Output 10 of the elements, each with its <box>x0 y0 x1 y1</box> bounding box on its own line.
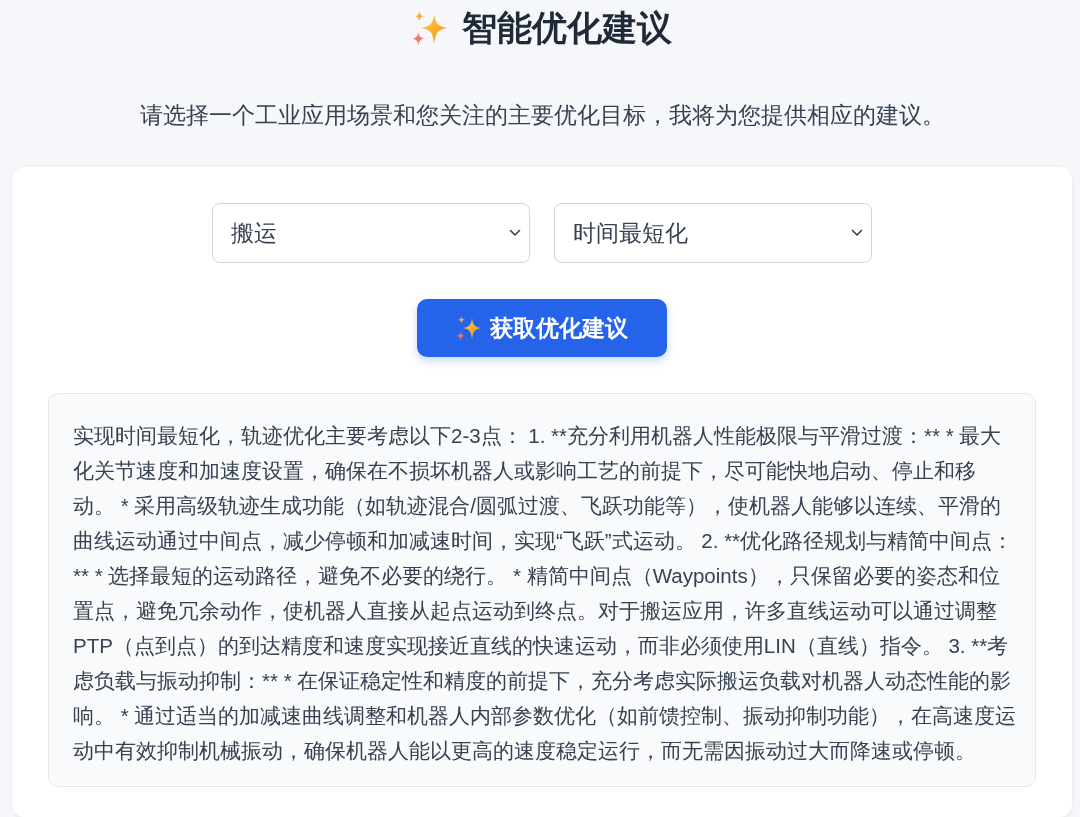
get-suggestions-button[interactable]: 获取优化建议 <box>417 299 667 357</box>
page-title: 智能优化建议 <box>462 8 672 48</box>
goal-select[interactable]: 时间最短化 <box>554 203 872 263</box>
sparkle-icon <box>412 10 448 46</box>
sparkle-icon <box>456 315 482 341</box>
suggestion-text: 实现时间最短化，轨迹优化主要考虑以下2-3点： 1. **充分利用机器人性能极限与平滑过渡：** * 最大化关节速度和加速度设置，确保在不损坏机器人或影响工艺的前提下，尽可能快地启动、停止和移动。 * 采用高级轨迹生成功能（如轨迹混合/圆弧过渡、飞跃功能等），使机器人能够以连续、平滑的曲线运动通过中间点，减少停顿和加减速时间，实现“飞跃”式运动。 2. **优化路径规划与精简中间点：** * 选择最短的运动路径，避免不必要的绕行。 * 精简中间点（Waypoints），只保留必要的姿态和位置点，避免冗余动作，使机器人直接从起点运动到终点。对于搬运应用，许多直线运动可以通过调整PTP（点到点）的到达精度和速度实现接近直线的快速运动，而非必须使用LIN（直线）指令。 3. **考虑负载与振动抑制：** * 在保证稳定性和精度的前提下，充分考虑实际搬运负载对机器人动态性能的影响。 * 通过适当的加减速曲线调整和机器人内部参数优化（如前馈控制、振动抑制功能），在高速度运动中有效抑制机械振动，确保机器人能以更高的速度稳定运行，而无需因振动过大而降速或停顿。 <box>73 423 1017 764</box>
chevron-icon <box>509 229 521 237</box>
page-subtitle: 请选择一个工业应用场景和您关注的主要优化目标，我将为您提供相应的建议。 <box>138 101 946 130</box>
scenario-select[interactable]: 搬运 <box>212 203 530 263</box>
chevron-icon <box>851 229 863 237</box>
